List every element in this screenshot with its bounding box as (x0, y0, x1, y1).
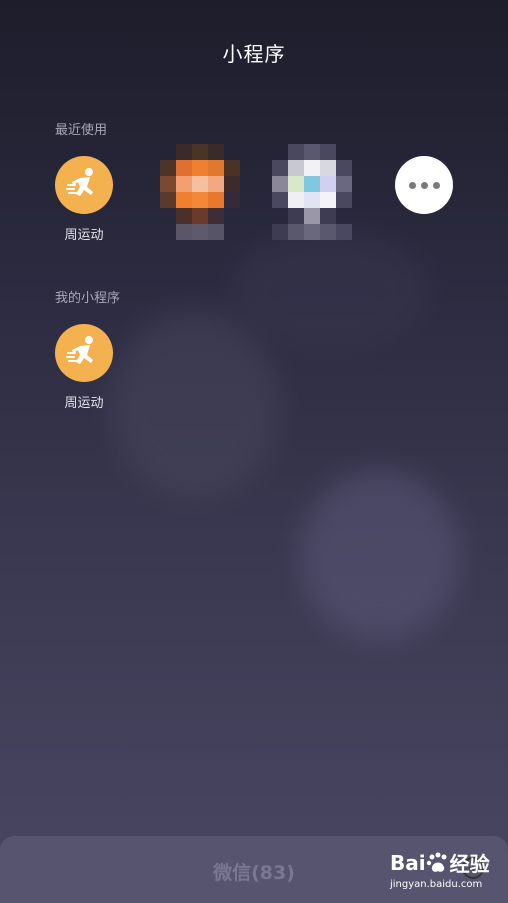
pixelated-app-icon[interactable] (160, 144, 256, 240)
baidu-jingyan-watermark: Bai 经验 jingyan.baidu.com (390, 848, 500, 891)
running-man-icon (55, 156, 113, 214)
app-name: 周运动 (64, 228, 104, 243)
pixelated-app-icon[interactable] (272, 144, 368, 240)
more-dot (408, 181, 416, 189)
paw-icon (426, 852, 447, 872)
bottom-bar[interactable]: 微信(83) + Bai 经验 jingyan.baidu.com (0, 836, 508, 903)
recent-app-zhouyundong[interactable]: 周运动 (44, 156, 124, 243)
watermark-brand-cn: 经验 (449, 852, 490, 876)
more-dot (432, 181, 440, 189)
watermark-brand: Bai (390, 850, 426, 875)
background-blur (300, 470, 460, 640)
background-blur (230, 230, 430, 350)
running-man-icon (55, 324, 113, 382)
watermark-url: jingyan.baidu.com (390, 879, 483, 890)
my-app-zhouyundong[interactable]: 周运动 (44, 324, 124, 411)
more-dot (420, 181, 428, 189)
more-button[interactable] (395, 156, 453, 214)
app-name: 周运动 (64, 396, 104, 411)
my-apps-section-label: 我的小程序 (55, 291, 121, 306)
page-title: 小程序 (222, 42, 286, 66)
background-blur (110, 310, 280, 500)
recent-section-label: 最近使用 (55, 123, 108, 138)
